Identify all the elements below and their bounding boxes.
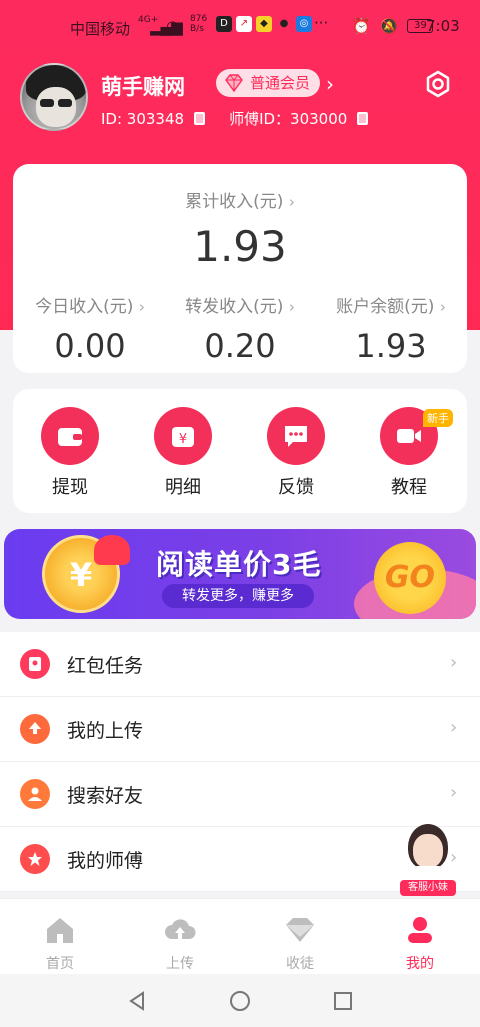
chevron-right-icon: › [439, 298, 446, 316]
go-button[interactable]: GO [374, 542, 446, 614]
customer-service-label: 客服小妹 [400, 880, 456, 896]
tab-home[interactable]: 首页 [0, 915, 120, 973]
feedback-button[interactable]: 反馈 [251, 407, 341, 499]
total-income-value: 1.93 [193, 222, 287, 271]
account-balance-value: 1.93 [355, 327, 427, 365]
withdraw-button[interactable]: 提现 [25, 407, 115, 499]
id-row: ID: 303348 师傅ID：303000 [101, 108, 392, 129]
mute-icon: 🔕 [379, 17, 399, 35]
more-notifications-icon: ··· [314, 14, 329, 32]
home-circle-icon[interactable] [229, 990, 251, 1016]
star-icon [20, 844, 50, 874]
user-icon [20, 779, 50, 809]
cloud-upload-icon [165, 919, 196, 939]
stock-app-icon: ↗ [236, 16, 252, 32]
account-balance[interactable]: 账户余额(元) › 1.93 [316, 292, 466, 365]
carrier-label: 中国移动 [70, 20, 131, 38]
person-icon [408, 917, 432, 943]
back-icon[interactable] [126, 990, 148, 1016]
avatar[interactable] [20, 63, 88, 131]
red-envelope-icon [20, 649, 50, 679]
calendar-yen-icon: ¥ [172, 427, 194, 447]
chat-bubble-icon [285, 426, 307, 447]
copy-id-icon[interactable] [194, 112, 206, 125]
share-income[interactable]: 转发收入(元) › 0.20 [165, 292, 315, 365]
wallet-icon [58, 428, 82, 446]
recent-apps-icon[interactable] [332, 990, 354, 1016]
chevron-right-icon: › [288, 193, 295, 211]
chevron-right-icon: › [450, 782, 458, 803]
quick-actions-card: 提现 ¥ 明细 反馈 教程 新手 [13, 389, 467, 513]
network-speed: 876 B/s [190, 14, 208, 34]
system-navigation-bar [0, 974, 480, 1027]
bottom-tab-bar: 首页 上传 收徒 我的 [0, 898, 480, 974]
gift-bow-icon [94, 535, 130, 565]
today-income[interactable]: 今日收入(元) › 0.00 [15, 292, 165, 365]
svg-text:¥: ¥ [179, 432, 187, 447]
agent-avatar-icon [413, 834, 443, 868]
customer-service-button[interactable]: 客服小妹 [400, 818, 456, 898]
earnings-card: 累计收入(元) › 1.93 今日收入(元) › 0.00 转发收入(元) › … [13, 164, 467, 373]
chevron-right-icon: › [288, 298, 295, 316]
chevron-right-icon: › [138, 298, 145, 316]
alarm-icon: ⏰ [352, 17, 371, 35]
promo-banner[interactable]: ¥ 阅读单价3毛 转发更多，赚更多 GO [4, 529, 476, 619]
menu-item-red-envelope-task[interactable]: 红包任务 › [0, 632, 480, 697]
tab-recruit[interactable]: 收徒 [240, 915, 360, 973]
share-income-value: 0.20 [204, 327, 276, 365]
news-app-icon: ◆ [256, 16, 272, 32]
tab-upload[interactable]: 上传 [120, 915, 240, 973]
notification-icons: D ↗ ◆ ● ◎ [216, 16, 312, 32]
menu-item-my-uploads[interactable]: 我的上传 › [0, 697, 480, 762]
video-camera-icon [397, 429, 421, 443]
settings-gear-icon[interactable] [424, 70, 452, 98]
wifi-icon: ◠ [166, 17, 180, 35]
diamond-icon [286, 918, 314, 942]
chevron-right-icon: › [450, 717, 458, 738]
app-d-icon: D [216, 16, 232, 32]
copy-master-id-icon[interactable] [357, 112, 369, 125]
tab-mine[interactable]: 我的 [360, 915, 480, 973]
browser-app-icon: ◎ [296, 16, 312, 32]
clock: 7:03 [426, 17, 460, 35]
status-bar: 中国移动 4G+ ▂▄▆ ◠ 876 B/s D ↗ ◆ ● ◎ ··· ⏰ 🔕 … [0, 0, 480, 56]
member-level-badge[interactable]: 普通会员 [216, 69, 321, 97]
new-user-tag: 新手 [423, 409, 453, 427]
today-income-value: 0.00 [54, 327, 126, 365]
user-id: ID: 303348 [101, 109, 185, 128]
banner-headline: 阅读单价3毛 [156, 548, 322, 581]
banner-subline: 转发更多，赚更多 [162, 584, 314, 608]
profile-detail-arrow-icon[interactable]: › [326, 72, 334, 96]
home-icon [47, 918, 73, 943]
nickname: 萌手赚网 [101, 75, 185, 99]
master-id: 师傅ID：303000 [229, 110, 348, 128]
upload-icon [20, 714, 50, 744]
qq-icon: ● [279, 18, 289, 29]
total-income-link[interactable]: 累计收入(元) › [13, 187, 467, 212]
chevron-right-icon: › [450, 652, 458, 673]
details-button[interactable]: ¥ 明细 [138, 407, 228, 499]
diamond-icon [225, 74, 243, 92]
